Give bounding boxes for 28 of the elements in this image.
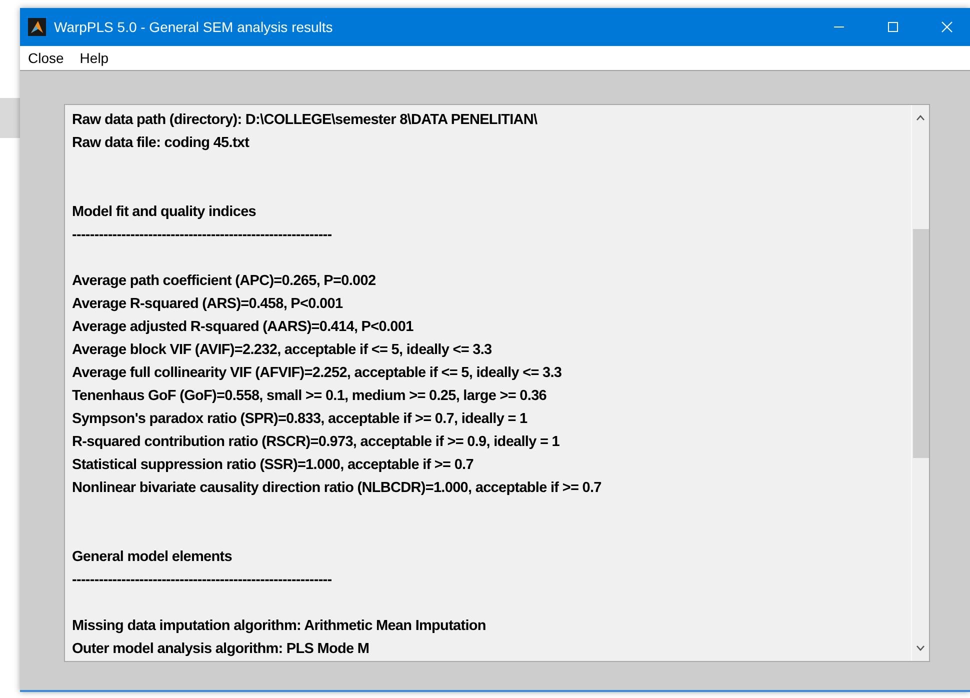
result-line: Average path coefficient (APC)=0.265, P=0.002 (72, 272, 377, 291)
result-line: Average block VIF (AVIF)=2.232, acceptable if <= 5, ideally <= 3.3 (72, 341, 493, 360)
result-line: Outer model analysis algorithm: PLS Mode M (72, 640, 370, 659)
scrollbar-thumb[interactable] (912, 229, 928, 458)
result-line: Model fit and quality indices (72, 203, 258, 222)
result-line: ---------------------------------------------------------- (72, 571, 333, 590)
result-line: Average full collinearity VIF (AFVIF)=2.252, acceptable if <= 5, ideally <= 3.3 (72, 364, 563, 383)
result-line: Sympson's paradox ratio (SPR)=0.833, acceptable if >= 0.7, ideally = 1 (72, 410, 528, 429)
scrollbar[interactable] (911, 105, 929, 661)
result-line: Statistical suppression ratio (SSR)=1.000, acceptable if >= 0.7 (72, 456, 474, 475)
result-line: R-squared contribution ratio (RSCR)=0.973, acceptable if >= 0.9, ideally = 1 (72, 433, 561, 452)
window-title: WarpPLS 5.0 - General SEM analysis results (54, 19, 334, 35)
result-line: ---------------------------------------------------------- (72, 226, 333, 245)
scroll-up-icon[interactable] (916, 115, 925, 121)
maximize-icon[interactable] (887, 21, 899, 33)
result-line: Nonlinear bivariate causality direction ratio (NLBCDR)=1.000, acceptable if >= 0.7 (72, 479, 602, 498)
menu-item[interactable]: Close (28, 50, 64, 66)
result-line: Average adjusted R-squared (AARS)=0.414, P<0.001 (72, 318, 414, 337)
menu-item[interactable]: Help (80, 50, 109, 66)
app-icon (28, 18, 46, 36)
result-line: Tenenhaus GoF (GoF)=0.558, small >= 0.1, medium >= 0.25, large >= 0.36 (72, 387, 548, 406)
result-line: General model elements (72, 548, 233, 567)
result-line: Missing data imputation algorithm: Arithmetic Mean Imputation (72, 617, 487, 636)
scroll-down-icon[interactable] (916, 645, 925, 651)
close-icon[interactable] (941, 21, 953, 33)
result-line: Average R-squared (ARS)=0.458, P<0.001 (72, 295, 344, 314)
result-line: Raw data file: coding 45.txt (72, 134, 250, 153)
result-line: Raw data path (directory): D:\COLLEGE\semester 8\DATA PENELITIAN\ (72, 111, 538, 130)
